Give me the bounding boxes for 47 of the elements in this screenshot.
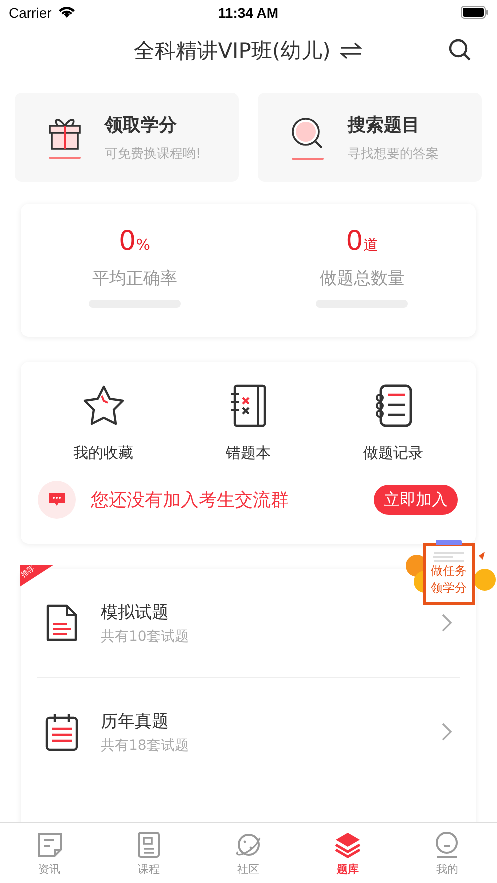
battery-icon bbox=[461, 6, 489, 19]
clip-tab bbox=[436, 540, 462, 545]
stat-label: 平均正确率 bbox=[92, 268, 178, 290]
document-icon bbox=[45, 604, 79, 642]
task-label: 领学分 bbox=[431, 581, 467, 596]
gift-icon bbox=[47, 116, 83, 150]
text-line bbox=[433, 556, 453, 558]
text-line bbox=[434, 552, 464, 554]
stat-label: 做题总数量 bbox=[320, 268, 405, 290]
tab-bar-item[interactable]: 资讯 bbox=[0, 823, 100, 883]
item-title: 历年真题 bbox=[101, 710, 170, 732]
quick-card[interactable]: 搜索题目 寻找想要的答案 bbox=[258, 93, 482, 182]
calendar-icon bbox=[45, 712, 79, 752]
page-title[interactable]: 全科精讲VIP班(幼儿) bbox=[134, 37, 331, 65]
item-subtitle: 共有10套试题 bbox=[101, 628, 190, 646]
layers-icon bbox=[334, 831, 362, 859]
feature-item[interactable]: 错题本 bbox=[194, 384, 304, 463]
search-icon[interactable] bbox=[448, 38, 472, 62]
quick-card[interactable]: 领取学分 可免费换课程哟! bbox=[15, 93, 239, 182]
carrier-label: Carrier bbox=[9, 4, 52, 20]
item-subtitle: 共有18套试题 bbox=[101, 736, 190, 754]
text-line bbox=[434, 560, 464, 562]
stat-value: 0% bbox=[119, 226, 150, 257]
card-subtitle: 可免费换课程哟! bbox=[105, 146, 202, 162]
chevron-icon bbox=[442, 614, 452, 632]
tab-bar-item[interactable]: 课程 bbox=[99, 823, 199, 883]
task-badge[interactable]: 做任务 领学分 bbox=[423, 543, 475, 605]
chat-icon bbox=[48, 492, 66, 508]
swap-icon[interactable] bbox=[338, 42, 363, 60]
card-title: 搜索题目 bbox=[348, 114, 421, 136]
chevron-icon bbox=[442, 723, 452, 741]
status-time: 11:34 AM bbox=[218, 5, 279, 21]
tab-bar-item[interactable]: 社区 bbox=[198, 823, 298, 883]
card-subtitle: 寻找想要的答案 bbox=[348, 146, 439, 162]
stat-value: 0道 bbox=[346, 226, 378, 257]
item-title: 模拟试题 bbox=[101, 602, 170, 624]
planet-icon bbox=[234, 831, 263, 859]
feature-item[interactable]: 我的收藏 bbox=[48, 384, 158, 463]
feature-item[interactable]: 做题记录 bbox=[338, 384, 448, 463]
group-invite-text: 您还没有加入考生交流群 bbox=[91, 489, 290, 512]
tab-bar-item[interactable]: 我的 bbox=[398, 823, 497, 883]
join-button[interactable]: 立即加入 bbox=[374, 485, 458, 515]
wifi-icon bbox=[58, 6, 76, 19]
task-label: 做任务 bbox=[431, 564, 467, 579]
tab-bar-item[interactable]: 题库 bbox=[298, 823, 398, 883]
news-icon bbox=[36, 831, 64, 859]
card-title: 领取学分 bbox=[105, 114, 178, 136]
